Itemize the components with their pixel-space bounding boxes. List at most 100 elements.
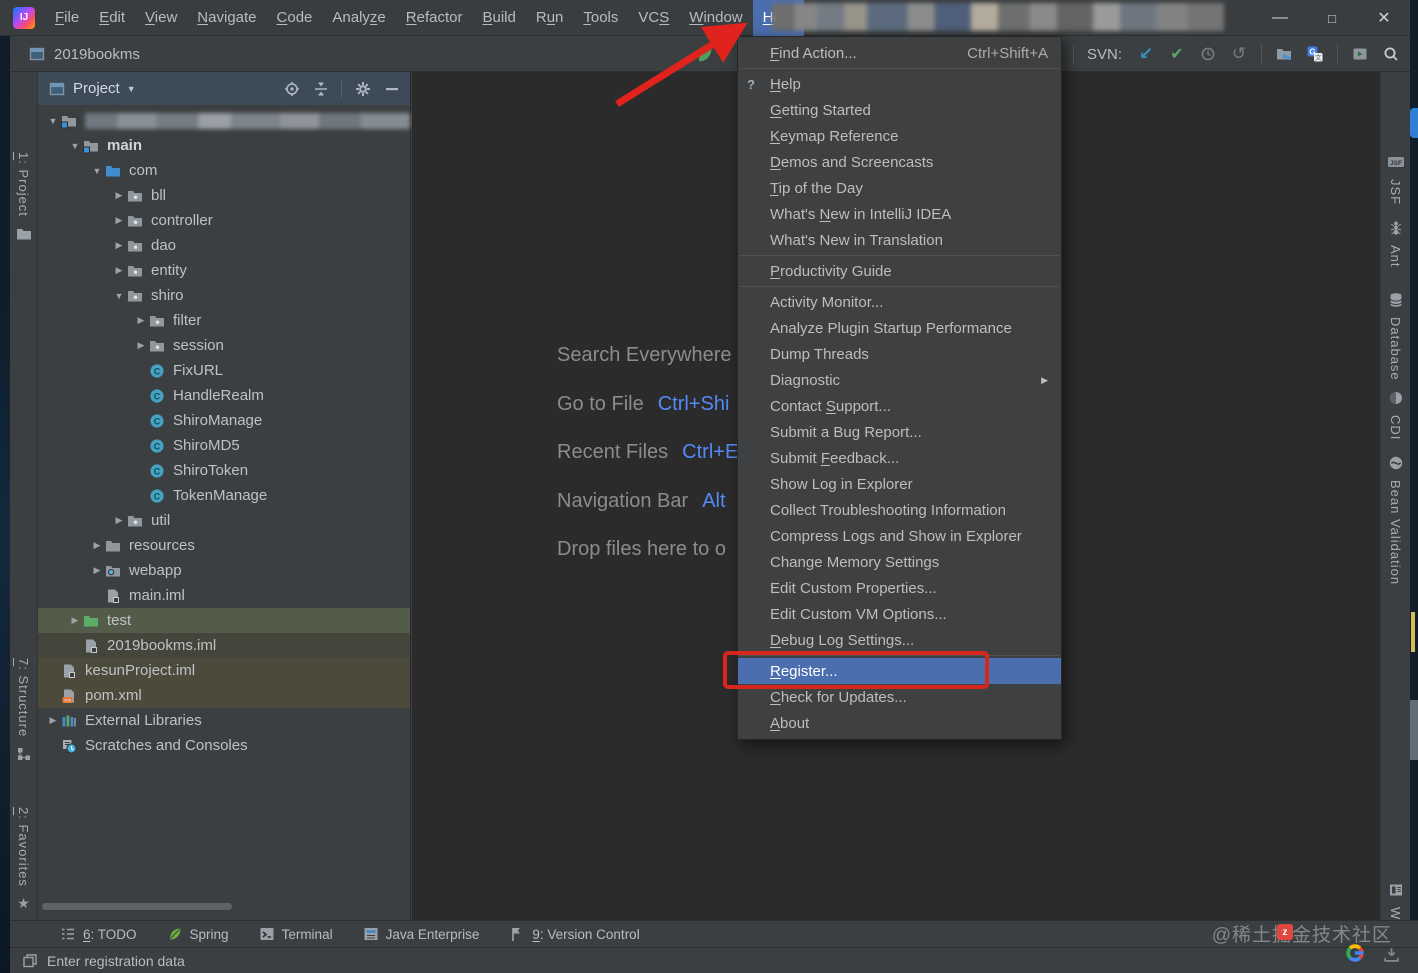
help-menu-item-edit-custom-properties[interactable]: Edit Custom Properties... <box>738 575 1061 601</box>
tree-collapsed-arrow-icon[interactable]: ▶ <box>111 265 127 276</box>
help-menu-item-compress-logs-and-show-in-explorer[interactable]: Compress Logs and Show in Explorer <box>738 523 1061 549</box>
tree-item-test[interactable]: ▶ test <box>38 608 410 633</box>
tool-stripe-button-cdi[interactable]: CDI <box>1381 390 1410 440</box>
help-menu-item-diagnostic[interactable]: Diagnostic ▶ <box>738 367 1061 393</box>
tree-collapsed-arrow-icon[interactable]: ▶ <box>89 540 105 551</box>
tree-item-session[interactable]: ▶ session <box>38 333 410 358</box>
help-menu-item-edit-custom-vm-options[interactable]: Edit Custom VM Options... <box>738 601 1061 627</box>
tree-item-root-redacted[interactable]: ▼ <box>38 108 410 133</box>
tool-stripe-button-2-favorites[interactable]: 2: Favorites ★ <box>10 807 37 912</box>
tree-collapsed-arrow-icon[interactable]: ▶ <box>111 515 127 526</box>
tree-item-external-libraries[interactable]: ▶ External Libraries <box>38 708 410 733</box>
tree-item-shiro[interactable]: ▼ shiro <box>38 283 410 308</box>
menu-tools[interactable]: Tools <box>573 0 628 36</box>
menu-code[interactable]: Code <box>267 0 323 36</box>
menu-view[interactable]: View <box>135 0 187 36</box>
hide-icon[interactable] <box>383 80 400 97</box>
help-menu-item-getting-started[interactable]: Getting Started <box>738 97 1061 123</box>
search-icon[interactable] <box>1382 45 1400 63</box>
help-menu-item-productivity-guide[interactable]: Productivity Guide <box>738 258 1061 284</box>
tree-item-main[interactable]: ▼ main <box>38 133 410 158</box>
help-menu-item-about[interactable]: About <box>738 710 1061 736</box>
tree-item-webapp[interactable]: ▶ webapp <box>38 558 410 583</box>
help-menu-item-collect-troubleshooting-information[interactable]: Collect Troubleshooting Information <box>738 497 1061 523</box>
help-menu-item-contact-support[interactable]: Contact Support... <box>738 393 1061 419</box>
tree-item-handlerealm[interactable]: C HandleRealm <box>38 383 410 408</box>
locate-icon[interactable] <box>283 80 300 97</box>
help-menu-item-tip-of-the-day[interactable]: Tip of the Day <box>738 175 1061 201</box>
tree-item-controller[interactable]: ▶ controller <box>38 208 410 233</box>
tree-item-scratches-and-consoles[interactable]: Scratches and Consoles <box>38 733 410 758</box>
help-menu-item-submit-a-bug-report[interactable]: Submit a Bug Report... <box>738 419 1061 445</box>
close-button[interactable]: ✕ <box>1358 0 1410 36</box>
tool-window-button-terminal[interactable]: Terminal <box>259 926 333 942</box>
menu-run[interactable]: Run <box>526 0 574 36</box>
help-menu-item-dump-threads[interactable]: Dump Threads <box>738 341 1061 367</box>
help-menu-item-change-memory-settings[interactable]: Change Memory Settings <box>738 549 1061 575</box>
help-menu-item-debug-log-settings[interactable]: Debug Log Settings... <box>738 627 1061 653</box>
tree-item-main-iml[interactable]: main.iml <box>38 583 410 608</box>
maximize-button[interactable]: □ <box>1306 0 1358 36</box>
tree-item-filter[interactable]: ▶ filter <box>38 308 410 333</box>
menu-file[interactable]: File <box>45 0 89 36</box>
tool-stripe-button-bean-validation[interactable]: Bean Validation <box>1381 455 1410 585</box>
help-menu-item-show-log-in-explorer[interactable]: Show Log in Explorer <box>738 471 1061 497</box>
tree-collapsed-arrow-icon[interactable]: ▶ <box>133 315 149 326</box>
help-menu-item-find-action[interactable]: Find Action... Ctrl+Shift+A <box>738 40 1061 66</box>
tree-collapsed-arrow-icon[interactable]: ▶ <box>111 215 127 226</box>
tree-item-tokenmanage[interactable]: C TokenManage <box>38 483 410 508</box>
changes-icon[interactable] <box>1275 45 1293 63</box>
tool-window-button-java-enterprise[interactable]: Java Enterprise <box>363 926 479 942</box>
help-menu-item-activity-monitor[interactable]: Activity Monitor... <box>738 289 1061 315</box>
tool-window-button-9-version-control[interactable]: 9: Version Control <box>509 926 640 942</box>
breadcrumb[interactable]: 2019bookms <box>28 45 140 63</box>
tool-stripe-button-1-project[interactable]: 1: Project <box>10 152 37 242</box>
help-menu-item-what-s-new-in-intellij-idea[interactable]: What's New in IntelliJ IDEA <box>738 201 1061 227</box>
tree-collapsed-arrow-icon[interactable]: ▶ <box>111 240 127 251</box>
menu-refactor[interactable]: Refactor <box>396 0 473 36</box>
help-menu-item-submit-feedback[interactable]: Submit Feedback... <box>738 445 1061 471</box>
tree-item-resources[interactable]: ▶ resources <box>38 533 410 558</box>
menu-window[interactable]: Window <box>679 0 752 36</box>
tree-item-bll[interactable]: ▶ bll <box>38 183 410 208</box>
tree-item-shiromd5[interactable]: C ShiroMD5 <box>38 433 410 458</box>
help-menu-item-keymap-reference[interactable]: Keymap Reference <box>738 123 1061 149</box>
tree-collapsed-arrow-icon[interactable]: ▶ <box>111 190 127 201</box>
menu-build[interactable]: Build <box>472 0 525 36</box>
menu-navigate[interactable]: Navigate <box>187 0 266 36</box>
translate-icon[interactable]: G文 <box>1306 45 1324 63</box>
menu-vcs[interactable]: VCS <box>628 0 679 36</box>
tree-item-util[interactable]: ▶ util <box>38 508 410 533</box>
chevron-down-icon[interactable]: ▼ <box>127 84 136 94</box>
tool-stripe-button-jsf[interactable]: JSF JSF <box>1381 154 1410 205</box>
menu-edit[interactable]: Edit <box>89 0 135 36</box>
svn-update-icon[interactable]: ↙ <box>1137 44 1155 63</box>
svn-commit-icon[interactable]: ✔ <box>1168 45 1186 63</box>
minimize-button[interactable]: — <box>1254 0 1306 36</box>
tool-stripe-button-7-structure[interactable]: 7: Structure <box>10 658 37 762</box>
tree-expanded-arrow-icon[interactable]: ▼ <box>67 141 83 151</box>
help-menu-item-demos-and-screencasts[interactable]: Demos and Screencasts <box>738 149 1061 175</box>
tree-expanded-arrow-icon[interactable]: ▼ <box>45 116 61 126</box>
tree-collapsed-arrow-icon[interactable]: ▶ <box>89 565 105 576</box>
menu-analyze[interactable]: Analyze <box>322 0 395 36</box>
tree-collapsed-arrow-icon[interactable]: ▶ <box>67 615 83 626</box>
tree-item-entity[interactable]: ▶ entity <box>38 258 410 283</box>
tree-item-fixurl[interactable]: C FixURL <box>38 358 410 383</box>
tool-window-button-6-todo[interactable]: 6: TODO <box>60 926 137 942</box>
svn-rollback-icon[interactable]: ↺ <box>1230 44 1248 63</box>
help-menu-item-what-s-new-in-translation[interactable]: What's New in Translation <box>738 227 1061 253</box>
tool-window-button-spring[interactable]: Spring <box>167 926 229 942</box>
tree-item-com[interactable]: ▼ com <box>38 158 410 183</box>
svn-history-icon[interactable] <box>1199 45 1217 63</box>
tree-collapsed-arrow-icon[interactable]: ▶ <box>45 715 61 726</box>
tool-stripe-button-database[interactable]: Database <box>1381 292 1410 381</box>
tree-item-shirotoken[interactable]: C ShiroToken <box>38 458 410 483</box>
tool-stripe-button-ant[interactable]: Ant <box>1381 220 1410 268</box>
help-menu-item-analyze-plugin-startup-performance[interactable]: Analyze Plugin Startup Performance <box>738 315 1061 341</box>
tree-collapsed-arrow-icon[interactable]: ▶ <box>133 340 149 351</box>
tree-item-kesunproject-iml[interactable]: kesunProject.iml <box>38 658 410 683</box>
tree-item-2019bookms-iml[interactable]: 2019bookms.iml <box>38 633 410 658</box>
settings-icon[interactable] <box>354 80 371 97</box>
tree-expanded-arrow-icon[interactable]: ▼ <box>89 166 105 176</box>
